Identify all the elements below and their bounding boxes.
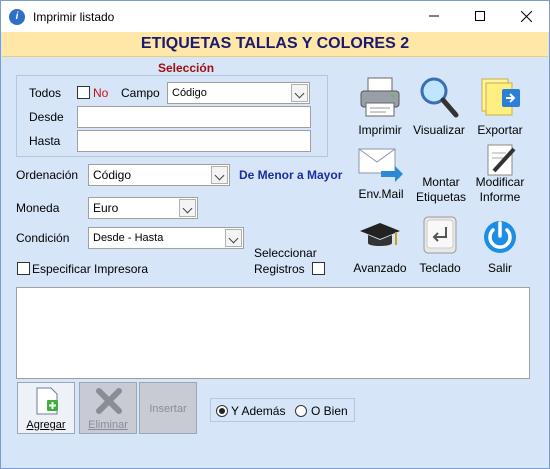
- add-document-icon: [36, 387, 58, 415]
- moneda-select[interactable]: Euro: [88, 197, 198, 219]
- magnifier-icon: [420, 77, 459, 118]
- campo-select-value: Código: [172, 87, 207, 99]
- report-banner: ETIQUETAS TALLAS Y COLORES 2: [2, 32, 548, 57]
- y-ademas-label: Y Además: [231, 404, 286, 418]
- close-icon: [520, 10, 532, 23]
- maximize-button[interactable]: [457, 1, 503, 32]
- exportar-button[interactable]: Exportar: [472, 73, 528, 139]
- report-title: ETIQUETAS TALLAS Y COLORES 2: [140, 35, 410, 52]
- order-direction-link[interactable]: De Menor a Mayor: [239, 168, 342, 182]
- chevron-down-icon: [211, 166, 228, 184]
- insertar-label: Insertar: [149, 403, 187, 415]
- moneda-label: Moneda: [16, 201, 60, 215]
- condicion-select-value: Desde - Hasta: [93, 232, 164, 244]
- desde-input[interactable]: [77, 106, 311, 128]
- especificar-impresora-label: Especificar Impresora: [32, 262, 149, 276]
- minimize-icon: [429, 15, 439, 17]
- imprimir-label: Imprimir: [358, 123, 402, 137]
- print-list-window: i Imprimir listado ETIQUETAS TALLAS Y CO…: [0, 0, 550, 469]
- power-icon: [484, 221, 516, 253]
- seleccionar-registros-checkbox[interactable]: [312, 262, 325, 275]
- delete-x-icon: [96, 388, 122, 414]
- especificar-impresora-checkbox[interactable]: [17, 262, 30, 275]
- imprimir-button[interactable]: Imprimir: [353, 73, 407, 139]
- chevron-down-icon: [225, 229, 242, 247]
- informe-label: Informe: [479, 190, 521, 204]
- printer-icon: [360, 77, 400, 117]
- export-icon: [481, 78, 520, 116]
- ordenacion-select-value: Código: [93, 168, 132, 182]
- graduation-cap-icon: [360, 223, 400, 246]
- visualizar-label: Visualizar: [413, 123, 465, 137]
- minimize-button[interactable]: [411, 1, 457, 32]
- agregar-button[interactable]: Agregar: [17, 382, 75, 434]
- chevron-down-icon: [291, 84, 308, 102]
- teclado-button[interactable]: Teclado: [413, 215, 467, 275]
- exportar-label: Exportar: [477, 123, 523, 137]
- montar-label: Montar: [422, 175, 460, 189]
- enter-key-icon: [423, 216, 457, 254]
- window-title: Imprimir listado: [33, 10, 115, 24]
- teclado-label: Teclado: [419, 261, 461, 275]
- mail-icon: [358, 148, 403, 182]
- o-bien-label: O Bien: [311, 404, 348, 418]
- modificar-label: Modificar: [475, 175, 525, 189]
- envmail-label: Env.Mail: [358, 187, 404, 201]
- campo-select[interactable]: Código: [167, 82, 310, 104]
- avanzado-label: Avanzado: [353, 261, 407, 275]
- eliminar-button[interactable]: Eliminar: [79, 382, 137, 434]
- o-bien-radio[interactable]: [295, 405, 307, 417]
- agregar-label: Agregar: [26, 419, 66, 431]
- edit-document-icon: [487, 144, 516, 176]
- y-ademas-radio[interactable]: [216, 405, 228, 417]
- hasta-label: Hasta: [29, 134, 61, 148]
- todos-checkbox[interactable]: [77, 86, 90, 99]
- title-bar: i Imprimir listado: [1, 1, 549, 32]
- no-label: No: [93, 86, 109, 100]
- notes-textarea[interactable]: [16, 287, 530, 379]
- moneda-select-value: Euro: [93, 201, 119, 215]
- todos-label: Todos: [29, 86, 62, 100]
- montar-etiquetas-button[interactable]: Montar Etiquetas: [411, 143, 471, 204]
- etiquetas-label: Etiquetas: [415, 190, 467, 204]
- eliminar-label: Eliminar: [88, 419, 128, 431]
- salir-label: Salir: [487, 261, 512, 275]
- seleccionar-label: Seleccionar: [254, 246, 317, 260]
- visualizar-button[interactable]: Visualizar: [410, 73, 468, 139]
- condicion-select[interactable]: Desde - Hasta: [88, 227, 244, 249]
- desde-label: Desde: [29, 110, 64, 124]
- ordenacion-label: Ordenación: [16, 168, 79, 182]
- hasta-input[interactable]: [77, 130, 311, 152]
- salir-button[interactable]: Salir: [473, 215, 527, 275]
- insertar-button[interactable]: Insertar: [139, 382, 197, 434]
- modificar-informe-button[interactable]: Modificar Informe: [472, 143, 528, 204]
- registros-label: Registros: [254, 262, 305, 276]
- chevron-down-icon: [179, 199, 196, 217]
- close-button[interactable]: [503, 1, 549, 32]
- maximize-icon: [475, 11, 485, 21]
- info-logo-icon: i: [9, 9, 25, 25]
- ordenacion-select[interactable]: Código: [88, 164, 230, 186]
- envmail-button[interactable]: Env.Mail: [353, 143, 409, 203]
- condicion-label: Condición: [16, 231, 70, 245]
- campo-label: Campo: [121, 86, 160, 100]
- avanzado-button[interactable]: Avanzado: [351, 215, 409, 275]
- seleccion-heading: Selección: [158, 61, 215, 75]
